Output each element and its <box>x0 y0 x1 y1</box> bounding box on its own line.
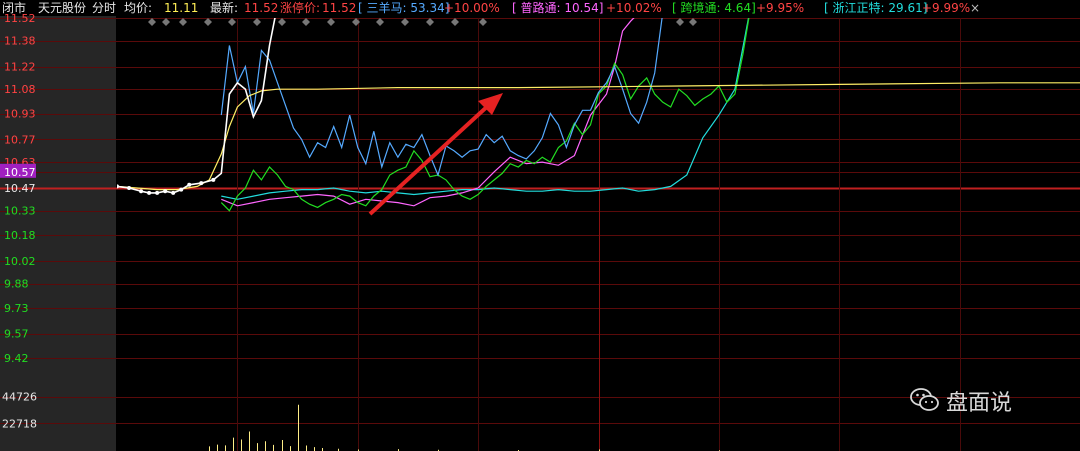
header-bar: 闭市 天元股份 分时 均价: 11.11 最新: 11.52 涨停价: 11.5… <box>0 0 1080 16</box>
stock-name[interactable]: 天元股份 <box>38 0 86 16</box>
price-tick-15: 9.42 <box>4 352 29 365</box>
close-icon[interactable]: × <box>970 0 980 16</box>
price-tick-1: 11.38 <box>4 35 36 48</box>
stock-point-6 <box>171 190 176 195</box>
price-tick-4: 10.93 <box>4 108 36 121</box>
price-tick-11: 10.02 <box>4 255 36 268</box>
price-tick-8: 10.47 <box>4 182 36 195</box>
latest-price-label: 最新: <box>210 1 239 15</box>
ref-stock-3-pct: +9.95% <box>756 1 805 15</box>
stock-point-7 <box>179 187 184 192</box>
watermark-text: 盘面说 <box>946 391 1013 416</box>
price-tick-14: 9.57 <box>4 328 29 341</box>
stock-point-3 <box>147 190 152 195</box>
price-tick-13: 9.73 <box>4 302 29 315</box>
market-status: 闭市 <box>2 1 27 15</box>
stock-point-5 <box>163 189 168 194</box>
ref-stock-1-name[interactable]: [ 三羊马: 53.34] <box>358 0 449 16</box>
stock-point-9 <box>199 181 204 186</box>
volume-tick-1: 22718 <box>2 417 37 430</box>
ref-stock-3-name[interactable]: [ 跨境通: 4.64] <box>672 0 756 16</box>
stock-point-10 <box>211 177 216 182</box>
stock-point-2 <box>139 189 144 194</box>
ref-stock-4-name[interactable]: [ 浙江正特: 29.61] <box>824 0 927 16</box>
ref-stock-1-pct: +10.00% <box>444 1 500 15</box>
price-tick-3: 11.08 <box>4 83 36 96</box>
price-tick-2: 11.22 <box>4 61 36 74</box>
avg-price-value: 11.11 <box>164 1 199 15</box>
ref-stock-2-name[interactable]: [ 普路通: 10.54] <box>512 0 603 16</box>
avg-price-label: 均价: <box>124 1 153 15</box>
volume-tick-0: 44726 <box>2 391 37 404</box>
intraday-chart-window: 11.52 11.38 11.22 11.08 10.93 10.77 10.63 10.57… <box>0 0 1080 451</box>
limit-price-label: 涨停价: <box>280 1 321 15</box>
limit-price-value: 11.52 <box>322 1 357 15</box>
stock-point-4 <box>155 190 160 195</box>
ref-stock-2-pct: +10.02% <box>606 1 662 15</box>
wechat-icon <box>910 388 939 411</box>
price-tick-9: 10.33 <box>4 205 36 218</box>
price-tick-12: 9.88 <box>4 278 29 291</box>
price-tick-5: 10.77 <box>4 133 36 146</box>
view-mode[interactable]: 分时 <box>92 0 116 16</box>
chart-canvas[interactable]: 11.5211.3811.2211.0810.9310.7710.6310.57… <box>0 0 1080 451</box>
price-tick-7: 10.57 <box>4 166 36 179</box>
price-tick-10: 10.18 <box>4 229 36 242</box>
ref-stock-4-pct: +9.99% <box>922 1 971 15</box>
stock-point-1 <box>127 186 132 190</box>
latest-price-value: 11.52 <box>244 1 279 15</box>
stock-point-8 <box>187 182 192 187</box>
